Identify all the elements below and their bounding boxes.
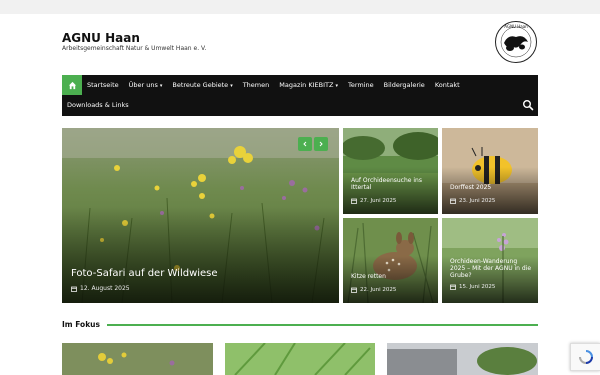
section-divider [107,324,538,326]
tile-date-text: 23. Juni 2025 [459,198,496,204]
nav-item-startseite[interactable]: Startseite [82,75,124,95]
nav-item-label: Themen [242,81,270,89]
nav-item-label: Bildergalerie [383,81,425,89]
site-title[interactable]: AGNU Haan [62,31,140,45]
nav-item-label: Betreute Gebiete [172,81,229,89]
chevron-down-icon: ▾ [159,83,163,89]
tile-title[interactable]: Auf Orchideensuche ins Ittertal [351,177,432,191]
nav-item-bildergalerie[interactable]: Bildergalerie [379,75,430,95]
nav-item-themen[interactable]: Themen [238,75,275,95]
tile-date: 27. Juni 2025 [351,198,432,204]
calendar-icon [450,284,456,290]
slider-prev-button[interactable] [298,137,312,151]
tile-date: 23. Juni 2025 [450,198,532,204]
slider-next-button[interactable] [314,137,328,151]
section-heading: Im Fokus [62,320,100,329]
nav-item-kontakt[interactable]: Kontakt [430,75,465,95]
chevron-left-icon [303,141,307,147]
post-thumbnail [62,343,213,375]
post-thumbnail [225,343,375,375]
tile-date-text: 27. Juni 2025 [360,198,397,204]
nav-item-label: Kontakt [434,81,460,89]
search-icon[interactable] [522,99,534,111]
calendar-icon [450,198,456,204]
tile-title[interactable]: Orchideen-Wanderung 2025 – Mit der AGNU … [450,258,532,279]
nav-item-magazin-kiebitz[interactable]: Magazin KIEBITZ ▾ [274,75,343,95]
calendar-icon [351,287,357,293]
post-thumbnail [387,343,538,375]
tile-title[interactable]: Dorffest 2025 [450,184,532,191]
tile-date-text: 22. Juni 2025 [360,287,397,293]
nav-row-2: Downloads & Links [62,95,134,115]
nav-item-label: Startseite [87,81,119,89]
recaptcha-badge[interactable] [570,343,600,371]
nav-home-button[interactable] [62,75,82,95]
featured-tile[interactable]: Kitze retten 22. Juni 2025 [343,218,438,303]
chevron-down-icon: ▾ [230,83,233,89]
tile-caption: Kitze retten 22. Juni 2025 [351,273,432,293]
tile-date-text: 15. Juni 2025 [459,284,496,290]
tile-caption: Orchideen-Wanderung 2025 – Mit der AGNU … [450,258,532,290]
main-navigation: Startseite Über uns ▾ Betreute Gebiete ▾ T… [62,75,538,116]
tile-caption: Dorffest 2025 23. Juni 2025 [450,184,532,204]
focus-post-image[interactable] [62,343,213,375]
nav-item-ueber-uns[interactable]: Über uns ▾ [124,75,168,95]
focus-post-image[interactable] [225,343,375,375]
home-icon [68,81,76,89]
featured-slider[interactable]: Foto-Safari auf der Wildwiese 12. August… [62,128,339,303]
featured-tile[interactable]: Orchideen-Wanderung 2025 – Mit der AGNU … [442,218,538,303]
chevron-down-icon: ▾ [335,83,338,89]
tile-title[interactable]: Kitze retten [351,273,432,280]
tile-date: 22. Juni 2025 [351,287,432,293]
logo-text: AGNU Haan [504,24,528,29]
recaptcha-icon [578,350,593,364]
nav-item-label: Über uns [128,81,158,89]
hero-date-text: 12. August 2025 [80,285,130,292]
nav-item-label: Downloads & Links [67,101,129,109]
nav-item-label: Termine [347,81,374,89]
site-logo[interactable]: AGNU Haan [494,20,538,64]
slider-controls [298,137,328,151]
chevron-right-icon [319,141,323,147]
hero-date: 12. August 2025 [71,285,130,292]
nav-item-label: Magazin KIEBITZ [279,81,334,89]
top-strip [0,0,600,14]
nav-row-1: Startseite Über uns ▾ Betreute Gebiete ▾ T… [62,75,465,95]
tile-date: 15. Juni 2025 [450,284,532,290]
nav-item-termine[interactable]: Termine [343,75,379,95]
nav-item-betreute-gebiete[interactable]: Betreute Gebiete ▾ [167,75,237,95]
calendar-icon [71,286,77,292]
featured-tile[interactable]: Dorffest 2025 23. Juni 2025 [442,128,538,214]
nav-item-downloads-links[interactable]: Downloads & Links [62,95,134,115]
featured-tile[interactable]: Auf Orchideensuche ins Ittertal 27. Juni… [343,128,438,214]
hero-title[interactable]: Foto-Safari auf der Wildwiese [71,268,218,279]
tile-caption: Auf Orchideensuche ins Ittertal 27. Juni… [351,177,432,204]
focus-post-image[interactable] [387,343,538,375]
site-description: Arbeitsgemeinschaft Natur & Umwelt Haan … [62,45,207,52]
calendar-icon [351,198,357,204]
